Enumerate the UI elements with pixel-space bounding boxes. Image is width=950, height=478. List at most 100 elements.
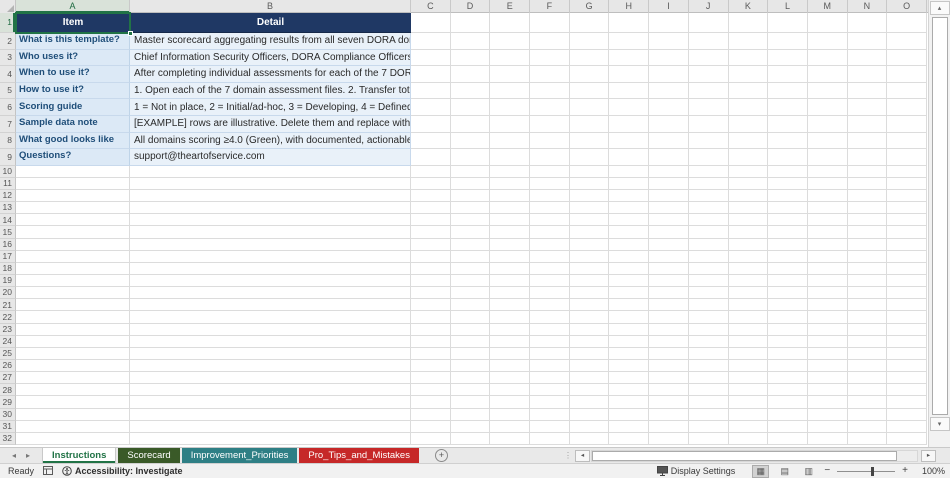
cell-C11[interactable] — [411, 178, 451, 190]
display-settings-button[interactable]: Display Settings — [657, 466, 736, 476]
cell-I31[interactable] — [649, 421, 689, 433]
cell-L26[interactable] — [768, 360, 808, 372]
cell-H28[interactable] — [609, 384, 649, 396]
cell-B18[interactable] — [130, 263, 411, 275]
cell-I3[interactable] — [649, 50, 689, 67]
cell-F18[interactable] — [530, 263, 570, 275]
cell-O22[interactable] — [887, 311, 927, 323]
column-header-J[interactable]: J — [689, 0, 729, 13]
cell-G21[interactable] — [570, 299, 610, 311]
cell-B32[interactable] — [130, 433, 411, 445]
cell-F32[interactable] — [530, 433, 570, 445]
column-header-L[interactable]: L — [768, 0, 808, 13]
cell-K22[interactable] — [729, 311, 769, 323]
cell-N16[interactable] — [848, 239, 888, 251]
cell-A12[interactable] — [16, 190, 130, 202]
cell-K7[interactable] — [729, 116, 769, 133]
cell-K2[interactable] — [729, 33, 769, 50]
cell-D1[interactable] — [451, 13, 491, 33]
cell-D8[interactable] — [451, 133, 491, 150]
cell-L7[interactable] — [768, 116, 808, 133]
cell-D11[interactable] — [451, 178, 491, 190]
cell-L22[interactable] — [768, 311, 808, 323]
cell-M8[interactable] — [808, 133, 848, 150]
cell-I30[interactable] — [649, 409, 689, 421]
cell-M3[interactable] — [808, 50, 848, 67]
cell-L27[interactable] — [768, 372, 808, 384]
column-header-H[interactable]: H — [609, 0, 649, 13]
cell-G4[interactable] — [570, 66, 610, 83]
cell-G18[interactable] — [570, 263, 610, 275]
row-header-12[interactable]: 12 — [0, 190, 16, 202]
cell-O8[interactable] — [887, 133, 927, 150]
cell-K17[interactable] — [729, 251, 769, 263]
cell-O13[interactable] — [887, 202, 927, 214]
cell-N21[interactable] — [848, 299, 888, 311]
cell-M7[interactable] — [808, 116, 848, 133]
row-header-4[interactable]: 4 — [0, 66, 16, 83]
cell-A25[interactable] — [16, 348, 130, 360]
cell-N11[interactable] — [848, 178, 888, 190]
cell-I8[interactable] — [649, 133, 689, 150]
cell-G23[interactable] — [570, 324, 610, 336]
accessibility-status[interactable]: Accessibility: Investigate — [62, 466, 183, 476]
cell-G6[interactable] — [570, 99, 610, 116]
cell-N24[interactable] — [848, 336, 888, 348]
cell-F29[interactable] — [530, 396, 570, 408]
cell-G11[interactable] — [570, 178, 610, 190]
cell-A7[interactable]: Sample data note — [16, 116, 130, 133]
cell-I14[interactable] — [649, 214, 689, 226]
cell-F30[interactable] — [530, 409, 570, 421]
cell-B29[interactable] — [130, 396, 411, 408]
cell-D9[interactable] — [451, 149, 491, 166]
cell-E27[interactable] — [490, 372, 530, 384]
cell-I24[interactable] — [649, 336, 689, 348]
cell-M32[interactable] — [808, 433, 848, 445]
cell-B23[interactable] — [130, 324, 411, 336]
zoom-level[interactable]: 100% — [915, 466, 945, 476]
cell-L23[interactable] — [768, 324, 808, 336]
cell-I22[interactable] — [649, 311, 689, 323]
cell-J31[interactable] — [689, 421, 729, 433]
cell-C19[interactable] — [411, 275, 451, 287]
cell-B22[interactable] — [130, 311, 411, 323]
cell-I21[interactable] — [649, 299, 689, 311]
cell-H17[interactable] — [609, 251, 649, 263]
cell-B30[interactable] — [130, 409, 411, 421]
cell-J29[interactable] — [689, 396, 729, 408]
cell-I10[interactable] — [649, 166, 689, 178]
column-header-K[interactable]: K — [729, 0, 769, 13]
row-header-32[interactable]: 32 — [0, 433, 16, 445]
cell-C20[interactable] — [411, 287, 451, 299]
cell-G14[interactable] — [570, 214, 610, 226]
cell-J17[interactable] — [689, 251, 729, 263]
tab-splitter-handle[interactable]: ⋮ — [564, 451, 572, 460]
cell-B27[interactable] — [130, 372, 411, 384]
cell-F10[interactable] — [530, 166, 570, 178]
cell-K4[interactable] — [729, 66, 769, 83]
cell-D23[interactable] — [451, 324, 491, 336]
cell-F27[interactable] — [530, 372, 570, 384]
cell-D3[interactable] — [451, 50, 491, 67]
cell-G8[interactable] — [570, 133, 610, 150]
cell-A19[interactable] — [16, 275, 130, 287]
cell-E31[interactable] — [490, 421, 530, 433]
cell-N5[interactable] — [848, 83, 888, 100]
cell-D22[interactable] — [451, 311, 491, 323]
row-header-5[interactable]: 5 — [0, 83, 16, 100]
cell-D6[interactable] — [451, 99, 491, 116]
hscroll-right-icon[interactable]: ▸ — [921, 450, 936, 462]
cell-A9[interactable]: Questions? — [16, 149, 130, 166]
row-header-22[interactable]: 22 — [0, 311, 16, 323]
cell-M6[interactable] — [808, 99, 848, 116]
cell-H27[interactable] — [609, 372, 649, 384]
cell-J16[interactable] — [689, 239, 729, 251]
cell-M9[interactable] — [808, 149, 848, 166]
column-header-G[interactable]: G — [570, 0, 610, 13]
tab-scroll-left-icon[interactable]: ◂ — [12, 451, 16, 460]
cell-O9[interactable] — [887, 149, 927, 166]
cell-C13[interactable] — [411, 202, 451, 214]
cell-M25[interactable] — [808, 348, 848, 360]
cell-H7[interactable] — [609, 116, 649, 133]
cell-D29[interactable] — [451, 396, 491, 408]
